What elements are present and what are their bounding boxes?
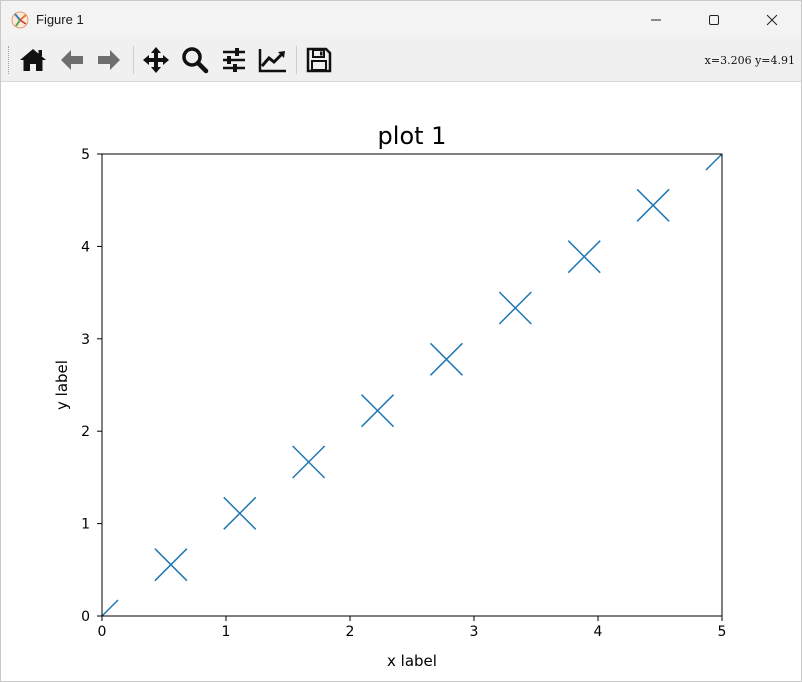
line-chart-icon (258, 49, 286, 73)
toolbar-grip[interactable] (8, 46, 10, 74)
figure-canvas[interactable]: 0 1 2 3 4 5 0 1 2 3 4 5 plot 1 x label y label (1, 82, 801, 681)
y-tick-label: 0 (81, 609, 90, 625)
zoom-button[interactable] (179, 45, 211, 75)
figure-window: Figure 1 x=3.206 y=4.91 0 1 2 3 4 5 0 1 … (0, 0, 802, 682)
edit-axis-button[interactable] (257, 45, 289, 75)
close-icon (766, 14, 778, 26)
home-icon (20, 49, 46, 71)
x-tick-label: 3 (470, 624, 479, 640)
minimize-icon (651, 19, 661, 21)
minimize-button[interactable] (627, 1, 685, 39)
plot-svg[interactable]: 0 1 2 3 4 5 0 1 2 3 4 5 plot 1 x label y label (1, 82, 801, 681)
y-tick-label: 2 (81, 424, 90, 440)
window-title: Figure 1 (36, 12, 84, 27)
x-tick-label: 4 (594, 624, 603, 640)
y-tick-label: 3 (81, 332, 90, 348)
x-tick-label: 0 (98, 624, 107, 640)
navigation-toolbar: x=3.206 y=4.91 (1, 39, 801, 82)
toolbar-separator (296, 46, 297, 74)
back-button[interactable] (56, 45, 88, 75)
maximize-icon (709, 15, 719, 25)
cursor-coordinates: x=3.206 y=4.91 (704, 54, 795, 67)
y-axis-label: y label (53, 360, 71, 410)
y-tick-label: 5 (81, 147, 90, 163)
x-tick-label: 2 (346, 624, 355, 640)
x-tick-label: 1 (222, 624, 231, 640)
configure-subplots-button[interactable] (218, 45, 250, 75)
x-tick-label: 5 (718, 624, 727, 640)
arrow-left-icon (61, 50, 83, 70)
matplotlib-figure-icon (11, 11, 29, 29)
save-button[interactable] (303, 45, 335, 75)
pan-button[interactable] (140, 45, 172, 75)
title-bar[interactable]: Figure 1 (1, 1, 801, 39)
toolbar-separator (133, 46, 134, 74)
y-tick-label: 1 (81, 517, 90, 533)
move-arrows-icon (143, 47, 169, 73)
x-axis-label: x label (387, 652, 437, 670)
close-button[interactable] (743, 1, 801, 39)
arrow-right-icon (98, 50, 120, 70)
chart-title: plot 1 (378, 122, 447, 150)
plot-area (102, 154, 722, 616)
sliders-icon (223, 48, 245, 72)
y-tick-label: 4 (81, 239, 90, 255)
magnifier-icon (182, 47, 209, 74)
home-button[interactable] (17, 45, 49, 75)
forward-button[interactable] (93, 45, 125, 75)
floppy-disk-icon (306, 47, 332, 73)
maximize-button[interactable] (685, 1, 743, 39)
